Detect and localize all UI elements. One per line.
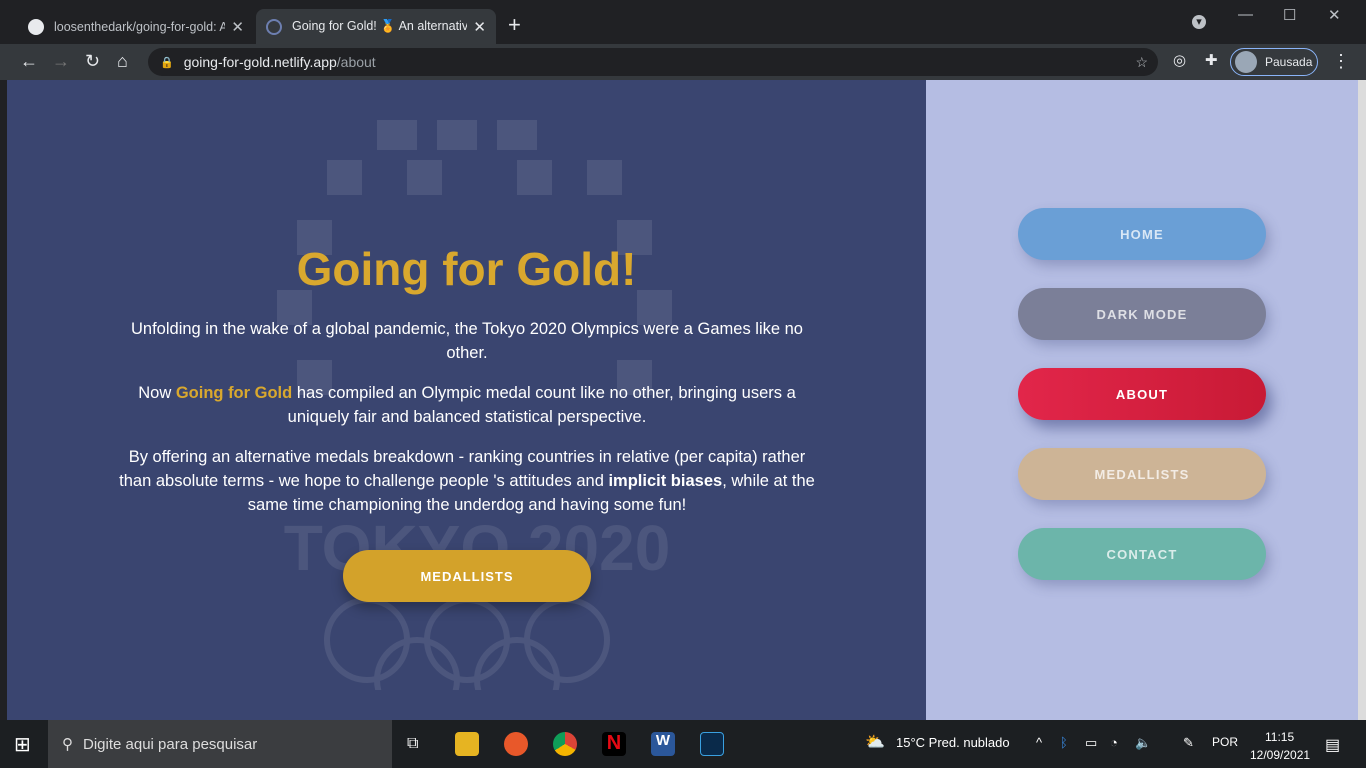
chrome-icon[interactable]: [553, 732, 577, 756]
nav-dark-mode-button[interactable]: DARK MODE: [1018, 288, 1266, 340]
scrollbar[interactable]: [1358, 80, 1366, 720]
nav-about-button[interactable]: ABOUT: [1018, 368, 1266, 420]
network-icon[interactable]: ◔: [1110, 735, 1118, 750]
pen-icon[interactable]: ✎: [1183, 735, 1194, 751]
file-explorer-icon[interactable]: [455, 732, 479, 756]
volume-icon[interactable]: 🔈: [1135, 735, 1151, 751]
web-page: TOKYO 2020 Going for Gold! Unfolding in …: [7, 80, 1358, 720]
page-title: Going for Gold!: [296, 243, 637, 295]
firefox-icon[interactable]: [504, 732, 528, 756]
nav-panel: HOME DARK MODE ABOUT MEDALLISTS CONTACT: [926, 80, 1358, 720]
intro-paragraph: Unfolding in the wake of a global pandem…: [131, 320, 803, 362]
tray-overflow-icon[interactable]: ^: [1036, 735, 1042, 750]
address-bar[interactable]: 🔒 going-for-gold.netlify.app/about ☆: [148, 48, 1158, 76]
maximize-button[interactable]: ☐: [1283, 6, 1296, 24]
bluetooth-icon[interactable]: ᛒ: [1060, 735, 1068, 750]
avatar: [1235, 51, 1257, 73]
olympic-emblem-icon: [266, 18, 282, 35]
task-view-icon[interactable]: ⧉: [407, 735, 418, 753]
bookmark-star-icon[interactable]: ☆: [1135, 54, 1148, 71]
forward-icon[interactable]: →: [52, 51, 70, 72]
search-icon: ⚲: [62, 736, 73, 753]
close-tab-icon[interactable]: ✕: [473, 18, 486, 36]
tab-going-for-gold[interactable]: Going for Gold! 🏅 An alternativ ✕: [256, 9, 496, 44]
windows-start-icon[interactable]: ⊞: [14, 732, 31, 757]
taskbar: ⊞ ⚲ Digite aqui para pesquisar ⧉ N W ⛅ 1…: [0, 720, 1366, 768]
notifications-icon[interactable]: ▤: [1325, 735, 1340, 755]
new-tab-button[interactable]: +: [508, 12, 521, 38]
tab-github[interactable]: loosenthedark/going-for-gold: A ✕: [18, 9, 254, 44]
clock-time[interactable]: 11:15: [1265, 730, 1294, 744]
nav-medallists-button[interactable]: MEDALLISTS: [1018, 448, 1266, 500]
language-indicator[interactable]: POR: [1212, 735, 1238, 749]
back-icon[interactable]: ←: [20, 51, 38, 72]
mission-paragraph: By offering an alternative medals breakd…: [119, 448, 815, 514]
profile-button[interactable]: Pausada: [1230, 48, 1318, 76]
app-icon[interactable]: [700, 732, 724, 756]
description-paragraph: Now Going for Gold has compiled an Olymp…: [138, 384, 796, 426]
word-icon[interactable]: W: [651, 732, 675, 756]
netflix-icon[interactable]: N: [602, 732, 626, 756]
tab-bar: loosenthedark/going-for-gold: A ✕ Going …: [0, 0, 1366, 44]
nav-contact-button[interactable]: CONTACT: [1018, 528, 1266, 580]
taskbar-search[interactable]: ⚲ Digite aqui para pesquisar: [48, 720, 392, 768]
github-icon: [28, 18, 44, 35]
minimize-button[interactable]: —: [1238, 6, 1253, 23]
medallists-cta-button[interactable]: MEDALLISTS: [343, 550, 591, 602]
battery-icon[interactable]: ▭: [1085, 735, 1097, 751]
weather-cloud-icon: ⛅: [865, 734, 885, 751]
menu-kebab-icon[interactable]: ⋮: [1332, 51, 1350, 72]
nav-home-button[interactable]: HOME: [1018, 208, 1266, 260]
about-section: TOKYO 2020 Going for Gold! Unfolding in …: [7, 80, 926, 720]
extension-icon[interactable]: ◎: [1173, 51, 1186, 69]
close-window-button[interactable]: ✕: [1328, 6, 1341, 24]
clock-date[interactable]: 12/09/2021: [1250, 748, 1310, 762]
home-icon[interactable]: ⌂: [117, 51, 128, 72]
brand-name: Going for Gold: [175, 384, 293, 402]
weather-text[interactable]: 15°C Pred. nublado: [896, 735, 1010, 750]
lock-icon: 🔒: [160, 56, 174, 69]
browser-toolbar: ← → ↻ ⌂ 🔒 going-for-gold.netlify.app/abo…: [0, 44, 1366, 80]
reload-icon[interactable]: ↻: [85, 51, 100, 72]
tab-search-icon[interactable]: ▾: [1192, 15, 1206, 29]
puzzle-extensions-icon[interactable]: ✚: [1205, 51, 1218, 69]
close-tab-icon[interactable]: ✕: [231, 18, 244, 36]
